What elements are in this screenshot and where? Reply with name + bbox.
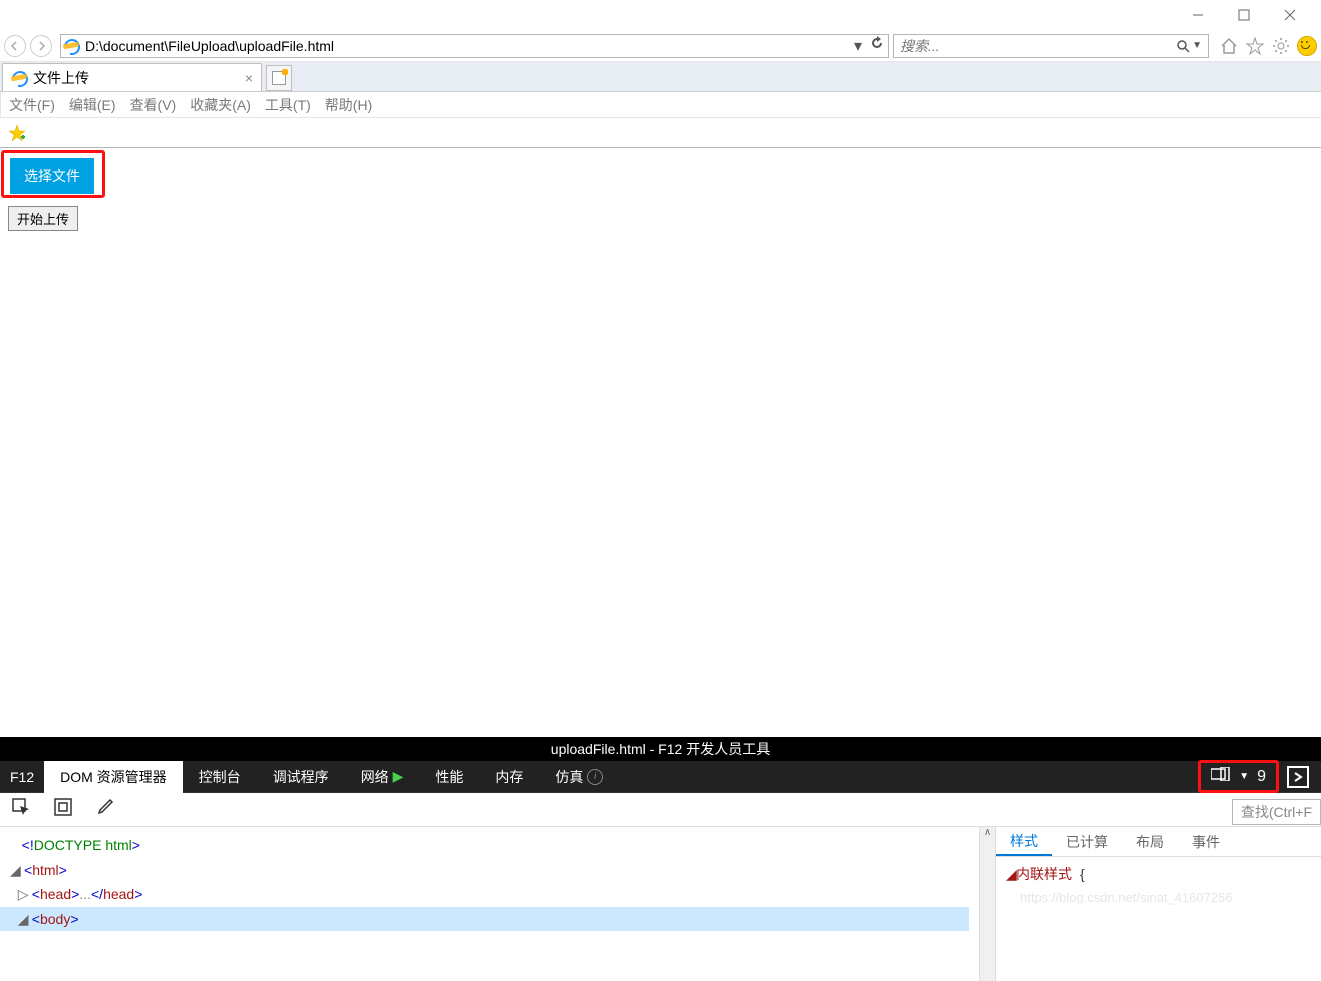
devtools-tab-console[interactable]: 控制台 xyxy=(183,761,257,793)
highlight-element-icon[interactable] xyxy=(54,798,72,821)
expand-panel-icon[interactable] xyxy=(1287,766,1309,788)
devtools-tab-emulation[interactable]: 仿真 i xyxy=(539,761,619,793)
minimize-button[interactable] xyxy=(1175,0,1221,30)
devtools-tab-network[interactable]: 网络 ▶ xyxy=(345,761,420,793)
info-icon: i xyxy=(587,769,603,785)
tab-title: 文件上传 xyxy=(33,68,89,88)
annotation-highlight-errors: ▼ 9 xyxy=(1198,760,1279,793)
add-favorite-icon[interactable] xyxy=(8,124,26,142)
tab-bar: 文件上传 × xyxy=(0,62,1321,92)
devtools-tab-memory[interactable]: 内存 xyxy=(479,761,539,793)
styles-tab-layout[interactable]: 布局 xyxy=(1122,827,1178,856)
back-button[interactable] xyxy=(4,35,26,57)
window-titlebar xyxy=(0,0,1321,30)
tab-close-icon[interactable]: × xyxy=(245,70,253,86)
favorites-star-icon[interactable] xyxy=(1245,36,1265,56)
devtools-tab-debugger[interactable]: 调试程序 xyxy=(257,761,345,793)
page-content: 选择文件 开始上传 xyxy=(0,148,1321,239)
home-icon[interactable] xyxy=(1219,36,1239,56)
find-input[interactable]: 查找(Ctrl+F xyxy=(1232,799,1321,825)
top-right-icons xyxy=(1213,36,1317,56)
address-bar: ▾ xyxy=(60,34,889,58)
dom-head[interactable]: ▷<head>...</head> xyxy=(10,882,969,907)
close-button[interactable] xyxy=(1267,0,1313,30)
watermark: https://blog.csdn.net/sinat_41607256 xyxy=(1006,887,1311,909)
search-icon[interactable]: ▼ xyxy=(1176,39,1202,53)
favorites-bar xyxy=(0,118,1321,148)
dom-doctype[interactable]: <!DOCTYPE html> xyxy=(10,833,969,858)
select-element-icon[interactable] xyxy=(12,798,30,821)
devtools-f12-label: F12 xyxy=(0,761,44,793)
menu-favorites[interactable]: 收藏夹(A) xyxy=(190,95,251,115)
dom-body-selected[interactable]: ◢<body> xyxy=(0,907,969,932)
inline-style-rule[interactable]: ◢内联样式{ xyxy=(1006,863,1311,887)
devtools-panel: uploadFile.html - F12 开发人员工具 F12 DOM 资源管… xyxy=(0,737,1321,981)
styles-tabs: 样式 已计算 布局 事件 xyxy=(996,827,1321,857)
start-upload-button[interactable]: 开始上传 xyxy=(8,206,78,231)
feedback-smiley-icon[interactable] xyxy=(1297,36,1317,56)
maximize-button[interactable] xyxy=(1221,0,1267,30)
menu-file[interactable]: 文件(F) xyxy=(9,95,55,115)
devtools-tab-dom[interactable]: DOM 资源管理器 xyxy=(44,761,183,793)
devtools-tab-performance[interactable]: 性能 xyxy=(419,761,479,793)
settings-gear-icon[interactable] xyxy=(1271,36,1291,56)
search-box: ▼ xyxy=(893,34,1209,58)
styles-tab-styles[interactable]: 样式 xyxy=(996,827,1052,856)
tab-favicon xyxy=(11,70,27,86)
devtools-title: uploadFile.html - F12 开发人员工具 xyxy=(0,737,1321,761)
error-count: 9 xyxy=(1257,768,1266,786)
navigation-bar: ▾ ▼ xyxy=(0,30,1321,62)
annotation-highlight-select-file xyxy=(1,150,105,198)
menu-help[interactable]: 帮助(H) xyxy=(325,95,372,115)
forward-button[interactable] xyxy=(30,35,52,57)
styles-tab-computed[interactable]: 已计算 xyxy=(1052,827,1122,856)
styles-panel: 样式 已计算 布局 事件 ◢内联样式{ https://blog.csdn.ne… xyxy=(995,827,1321,981)
menu-bar: 文件(F) 编辑(E) 查看(V) 收藏夹(A) 工具(T) 帮助(H) xyxy=(0,92,1321,118)
menu-view[interactable]: 查看(V) xyxy=(130,95,177,115)
new-tab-button[interactable] xyxy=(266,65,292,91)
browser-tab[interactable]: 文件上传 × xyxy=(2,63,262,91)
devtools-toolbar: 查找(Ctrl+F xyxy=(0,793,1321,827)
play-icon: ▶ xyxy=(393,768,404,785)
devtools-body: <!DOCTYPE html> ◢<html> ▷<head>...</head… xyxy=(0,827,1321,981)
device-icon[interactable] xyxy=(1211,767,1231,786)
styles-tab-events[interactable]: 事件 xyxy=(1178,827,1234,856)
dom-html[interactable]: ◢<html> xyxy=(10,858,969,883)
search-input[interactable] xyxy=(900,38,1176,54)
menu-tools[interactable]: 工具(T) xyxy=(265,95,311,115)
dom-tree[interactable]: <!DOCTYPE html> ◢<html> ▷<head>...</head… xyxy=(0,827,979,981)
styles-body: ◢内联样式{ https://blog.csdn.net/sinat_41607… xyxy=(996,857,1321,915)
devtools-tab-bar: F12 DOM 资源管理器 控制台 调试程序 网络 ▶ 性能 内存 仿真 i ▼… xyxy=(0,761,1321,793)
menu-edit[interactable]: 编辑(E) xyxy=(69,95,116,115)
page-icon xyxy=(61,38,81,54)
color-picker-icon[interactable] xyxy=(96,798,114,821)
refresh-icon[interactable] xyxy=(870,36,884,55)
dropdown-icon[interactable]: ▼ xyxy=(1239,771,1249,782)
url-input[interactable] xyxy=(81,38,854,54)
dom-scrollbar[interactable]: ∧ xyxy=(979,827,995,981)
dropdown-icon[interactable]: ▾ xyxy=(854,36,862,56)
